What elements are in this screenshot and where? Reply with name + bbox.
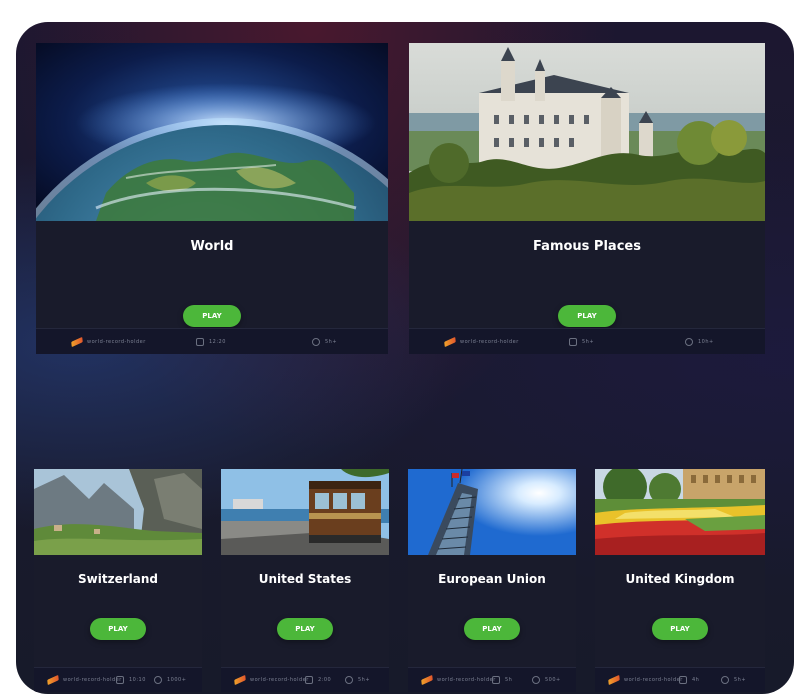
uk-garden-image xyxy=(595,469,765,555)
time-text: 5h xyxy=(505,677,513,683)
castle-image xyxy=(409,43,765,221)
players-text: 5h+ xyxy=(358,677,371,683)
record-holder-text: world-record-holder xyxy=(87,338,146,345)
time-text: 5h+ xyxy=(582,338,595,345)
time-text: 2:00 xyxy=(318,677,332,683)
players-text: 1000+ xyxy=(167,677,187,683)
players-text: 500+ xyxy=(545,677,561,683)
eu-building-image xyxy=(408,469,576,555)
time-text: 4h xyxy=(692,677,700,683)
map-card-switzerland[interactable]: Switzerland PLAY world-record-holder 10:… xyxy=(34,469,202,692)
play-button[interactable]: PLAY xyxy=(183,305,241,327)
map-card-european-union[interactable]: European Union PLAY world-record-holder … xyxy=(408,469,576,692)
players-icon xyxy=(532,676,540,684)
map-stats-bar: world-record-holder 5h+ 10h+ xyxy=(409,328,765,354)
record-holder-text: world-record-holder xyxy=(437,677,496,683)
play-button[interactable]: PLAY xyxy=(558,305,616,327)
timer-icon xyxy=(492,676,500,684)
record-holder-text: world-record-holder xyxy=(63,677,122,683)
players-icon xyxy=(721,676,729,684)
map-stats-bar: world-record-holder 5h 500+ xyxy=(408,667,576,692)
map-stats-bar: world-record-holder 4h 5h+ xyxy=(595,667,765,692)
swiss-valley-image xyxy=(34,469,202,555)
timer-icon xyxy=(305,676,313,684)
earth-from-space-image xyxy=(36,43,388,221)
map-stats-bar: world-record-holder 12:20 5h+ xyxy=(36,328,388,354)
players-text: 5h+ xyxy=(734,677,747,683)
trophy-icon xyxy=(444,336,456,347)
players-icon xyxy=(312,337,320,346)
map-stats-bar: world-record-holder 2:00 5h+ xyxy=(221,667,389,692)
timer-icon xyxy=(196,337,204,346)
players-text: 5h+ xyxy=(325,338,338,345)
map-title: World xyxy=(190,239,234,254)
map-card-world[interactable]: World PLAY world-record-holder 12:20 5h+ xyxy=(36,43,388,354)
time-text: 10:10 xyxy=(129,677,146,683)
record-holder-text: world-record-holder xyxy=(624,677,683,683)
players-text: 10h+ xyxy=(698,338,714,345)
trophy-icon xyxy=(608,674,620,686)
map-stats-bar: world-record-holder 10:10 1000+ xyxy=(34,667,202,692)
players-icon xyxy=(345,676,353,684)
timer-icon xyxy=(569,337,577,346)
timer-icon xyxy=(679,676,687,684)
play-button[interactable]: PLAY xyxy=(90,618,146,640)
map-card-united-states[interactable]: United States PLAY world-record-holder 2… xyxy=(221,469,389,692)
time-text: 12:20 xyxy=(209,338,226,345)
map-title: United States xyxy=(258,572,352,586)
map-title: Famous Places xyxy=(533,239,641,254)
map-card-united-kingdom[interactable]: United Kingdom PLAY world-record-holder … xyxy=(595,469,765,692)
map-selection-panel: World PLAY world-record-holder 12:20 5h+ xyxy=(16,22,794,694)
players-icon xyxy=(154,676,162,684)
map-title: European Union xyxy=(438,572,546,586)
map-title: Switzerland xyxy=(78,572,158,586)
record-holder-text: world-record-holder xyxy=(460,338,519,345)
trophy-icon xyxy=(71,336,83,347)
timer-icon xyxy=(116,676,124,684)
trophy-icon xyxy=(47,674,59,686)
play-button[interactable]: PLAY xyxy=(652,618,708,640)
trophy-icon xyxy=(421,674,433,686)
play-button[interactable]: PLAY xyxy=(277,618,333,640)
players-icon xyxy=(685,337,693,346)
map-title: United Kingdom xyxy=(625,572,735,586)
trophy-icon xyxy=(234,674,246,686)
record-holder-text: world-record-holder xyxy=(250,677,309,683)
cable-car-image xyxy=(221,469,389,555)
play-button[interactable]: PLAY xyxy=(464,618,520,640)
map-card-famous-places[interactable]: Famous Places PLAY world-record-holder 5… xyxy=(409,43,765,354)
